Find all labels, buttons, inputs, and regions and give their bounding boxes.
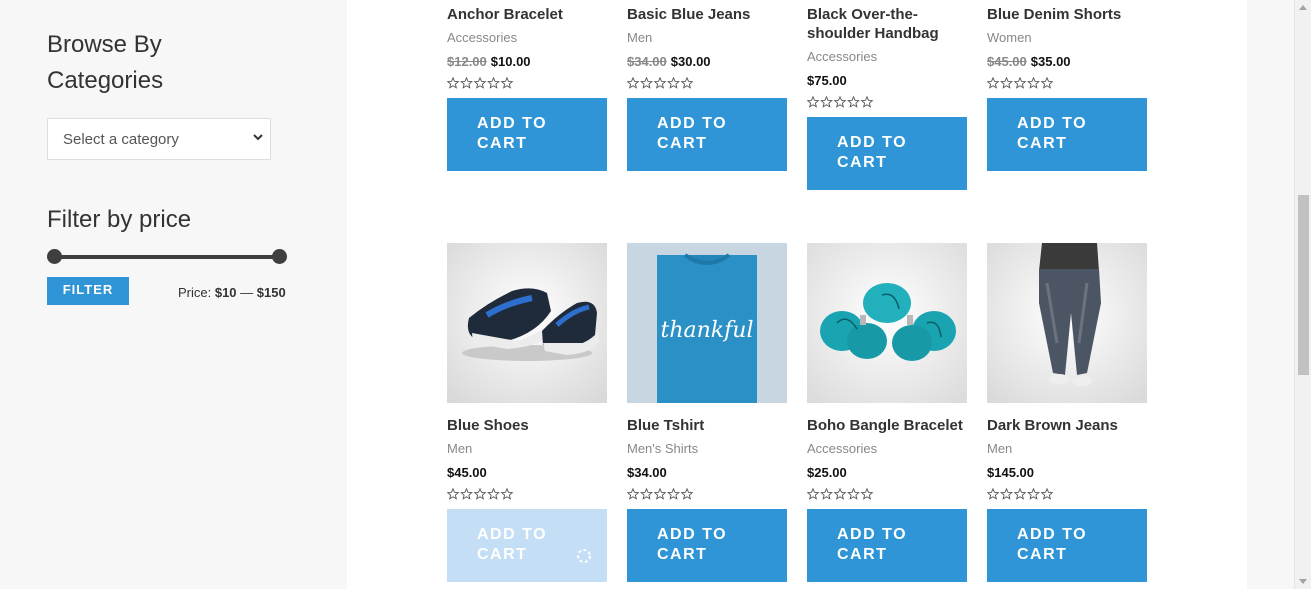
add-to-cart-button-loading[interactable]: ADD TO CART — [447, 509, 607, 582]
star-rating-icon — [807, 96, 875, 108]
product-image-jeans[interactable] — [987, 243, 1147, 403]
star-rating-icon — [627, 77, 695, 89]
add-to-cart-button[interactable]: ADD TO CART — [447, 98, 607, 171]
sale-price: $75.00 — [807, 73, 847, 88]
product-card: Boho Bangle Bracelet Accessories $25.00 … — [807, 243, 967, 582]
price-range-track[interactable] — [54, 255, 280, 259]
price-filter-title: Filter by price — [47, 206, 192, 233]
star-rating — [447, 488, 607, 500]
product-category: Accessories — [807, 441, 878, 456]
scroll-down-icon[interactable] — [1299, 579, 1307, 584]
scroll-up-icon[interactable] — [1299, 5, 1307, 10]
product-name[interactable]: Blue Tshirt — [627, 416, 787, 435]
loading-spinner-icon — [577, 549, 591, 563]
product-price: $34.00 $30.00 — [627, 55, 787, 69]
price-max-handle[interactable] — [272, 249, 287, 264]
add-to-cart-label: ADD TO CART — [477, 526, 548, 563]
star-rating-icon — [447, 77, 515, 89]
product-category: Men's Shirts — [627, 441, 699, 456]
product-category: Men — [447, 441, 473, 456]
add-to-cart-button[interactable]: ADD TO CART — [807, 117, 967, 190]
star-rating — [447, 77, 607, 89]
product-image-bracelet[interactable] — [807, 243, 967, 403]
price-separator: — — [236, 285, 257, 300]
sale-price: $145.00 — [987, 465, 1034, 480]
product-price: $45.00 — [447, 466, 607, 480]
product-name[interactable]: Blue Shoes — [447, 416, 607, 435]
category-select-value: Select a category — [63, 131, 179, 148]
sale-price: $30.00 — [670, 54, 711, 69]
add-to-cart-button[interactable]: ADD TO CART — [987, 509, 1147, 582]
sale-price: $45.00 — [447, 465, 487, 480]
star-rating — [807, 488, 967, 500]
star-rating-icon — [987, 488, 1055, 500]
sale-price: $34.00 — [627, 465, 667, 480]
product-price: $45.00 $35.00 — [987, 55, 1147, 69]
product-name[interactable]: Blue Denim Shorts — [987, 5, 1147, 24]
product-name[interactable]: Dark Brown Jeans — [987, 416, 1147, 435]
product-image-shoes[interactable] — [447, 243, 607, 403]
chevron-down-icon — [253, 134, 263, 141]
product-price: $12.00 $10.00 — [447, 55, 607, 69]
star-rating-icon — [447, 488, 515, 500]
star-rating — [627, 488, 787, 500]
old-price: $34.00 — [627, 54, 667, 69]
sale-price: $25.00 — [807, 465, 847, 480]
star-rating — [627, 77, 787, 89]
product-image-tshirt[interactable]: thankful — [627, 243, 787, 403]
product-name[interactable]: Black Over-the-shoulder Handbag — [807, 5, 967, 43]
product-category: Women — [987, 30, 1032, 45]
price-min-value: $10 — [214, 285, 237, 300]
category-select[interactable]: Select a category — [47, 118, 271, 160]
price-prefix: Price: — [178, 285, 215, 300]
add-to-cart-button[interactable]: ADD TO CART — [627, 98, 787, 171]
page-scrollbar[interactable] — [1294, 0, 1311, 589]
price-range-label: Price: $10 — $150 — [178, 285, 286, 300]
product-name[interactable]: Boho Bangle Bracelet — [807, 416, 967, 435]
star-rating — [987, 488, 1147, 500]
add-to-cart-button[interactable]: ADD TO CART — [807, 509, 967, 582]
add-to-cart-button[interactable]: ADD TO CART — [987, 98, 1147, 171]
product-category: Men — [627, 30, 653, 45]
product-card: Dark Brown Jeans Men $145.00 ADD TO CART — [987, 243, 1147, 582]
price-min-handle[interactable] — [47, 249, 62, 264]
filter-button[interactable]: FILTER — [47, 277, 129, 305]
product-card: Basic Blue Jeans Men $34.00 $30.00 ADD TO… — [627, 5, 787, 171]
product-card: Blue Denim Shorts Women $45.00 $35.00 ADD… — [987, 5, 1147, 171]
star-rating-icon — [627, 488, 695, 500]
star-rating — [987, 77, 1147, 89]
add-to-cart-button[interactable]: ADD TO CART — [627, 509, 787, 582]
old-price: $45.00 — [987, 54, 1027, 69]
product-card: Blue Shoes Men $45.00 ADD TO CART — [447, 243, 607, 582]
product-card: thankful Blue Tshirt Men's Shirts $34.00… — [627, 243, 787, 582]
shirt-print-text: thankful — [661, 318, 754, 343]
product-price: $145.00 — [987, 466, 1147, 480]
star-rating-icon — [807, 488, 875, 500]
star-rating — [807, 96, 967, 108]
product-name[interactable]: Anchor Bracelet — [447, 5, 607, 24]
sidebar: Browse By Categories Select a category F… — [0, 0, 347, 589]
product-card: Anchor Bracelet Accessories $12.00 $10.00… — [447, 5, 607, 171]
product-name[interactable]: Basic Blue Jeans — [627, 5, 787, 24]
product-card: Black Over-the-shoulder Handbag Accessor… — [807, 5, 967, 190]
scrollbar-thumb[interactable] — [1298, 195, 1309, 375]
product-category: Men — [987, 441, 1013, 456]
sale-price: $10.00 — [490, 54, 531, 69]
product-category: Accessories — [807, 49, 878, 64]
old-price: $12.00 — [447, 54, 487, 69]
price-max-value: $150 — [256, 285, 286, 300]
product-category: Accessories — [447, 30, 518, 45]
star-rating-icon — [987, 77, 1055, 89]
product-price: $75.00 — [807, 74, 967, 88]
product-price: $34.00 — [627, 466, 787, 480]
sale-price: $35.00 — [1030, 54, 1071, 69]
categories-widget-title: Browse By Categories — [47, 31, 164, 94]
product-grid: Anchor Bracelet Accessories $12.00 $10.00… — [347, 0, 1247, 589]
product-price: $25.00 — [807, 466, 967, 480]
